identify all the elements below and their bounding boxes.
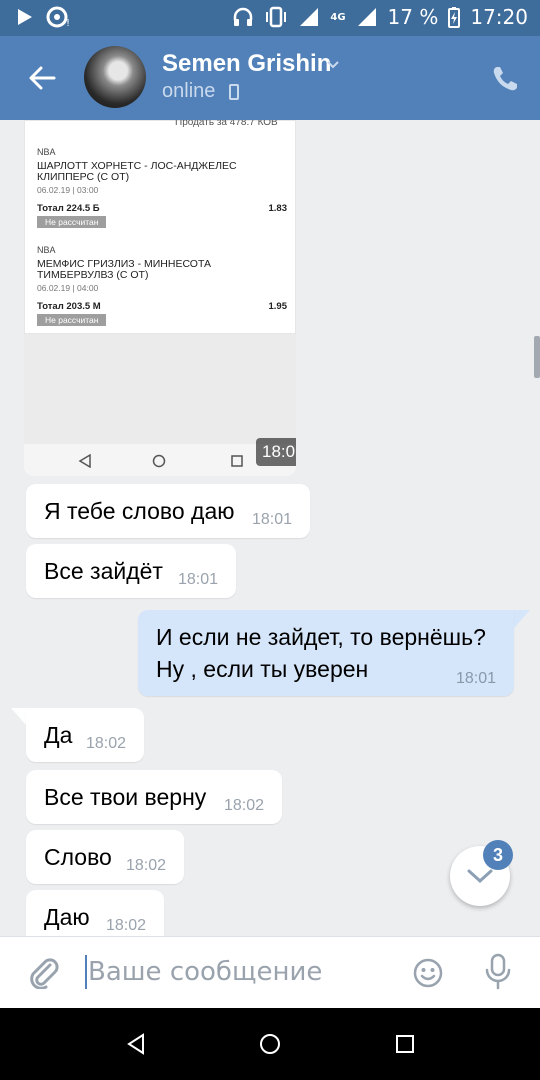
bet-status-badge: Не рассчитан (37, 314, 107, 326)
battery-percent: 17 % (387, 5, 439, 29)
play-icon (18, 9, 32, 25)
emoji-icon[interactable] (412, 957, 444, 989)
bet-match: ШАРЛОТТ ХОРНЕТС - ЛОС-АНДЖЕЛЕС КЛИППЕРС … (37, 160, 237, 183)
message-time: 18:02 (224, 797, 265, 814)
mobile-icon (229, 84, 239, 100)
outgoing-message[interactable]: И если не зайдет, то вернёшь? Ну , если … (138, 610, 514, 696)
photo-content: Продать за 478.7 КОВ NBA ШАРЛОТТ ХОРНЕТС… (24, 120, 296, 334)
photo-blank-area (24, 334, 296, 444)
message-time: 18:02 (106, 917, 147, 934)
bet-match: МЕМФИС ГРИЗЛИЗ - МИННЕСОТА ТИМБЕРВУЛВЗ (… (37, 258, 212, 281)
bubble-tail (514, 610, 530, 628)
bet-league: NBA (37, 245, 56, 255)
message-text: Слово (44, 844, 112, 870)
composer-bar: Ваше сообщение (0, 936, 540, 1009)
message-text: Все зайдёт (44, 558, 163, 584)
clock: 17:20 (470, 5, 528, 29)
bet-date: 06.02.19 | 03:00 (37, 185, 99, 195)
back-arrow-icon[interactable] (26, 62, 58, 94)
battery-charging-icon (448, 7, 461, 28)
message-time: 18:02 (86, 735, 127, 752)
headphones-icon (234, 7, 253, 26)
message-text-line: И если не зайдет, то вернёшь? (156, 624, 486, 650)
message-time: 18:01 (178, 571, 219, 588)
svg-text:!: ! (66, 18, 70, 28)
unread-badge: 3 (483, 840, 513, 870)
message-time: 18:01 (256, 438, 296, 466)
home-circle-icon[interactable] (258, 1032, 282, 1056)
bet-date: 06.02.19 | 04:00 (37, 283, 99, 293)
bet-league: NBA (37, 147, 56, 157)
status-bar: ! 4G 17 % 17:20 (0, 0, 540, 36)
photo-message[interactable]: Продать за 478.7 КОВ NBA ШАРЛОТТ ХОРНЕТС… (24, 120, 296, 476)
circle-home-icon (152, 454, 166, 468)
incoming-message[interactable]: Слово 18:02 (26, 830, 184, 884)
chevron-down-icon[interactable] (326, 58, 340, 72)
triangle-back-icon (78, 454, 91, 468)
message-input[interactable]: Ваше сообщение (88, 957, 322, 987)
bet-item: NBA ШАРЛОТТ ХОРНЕТС - ЛОС-АНДЖЕЛЕС КЛИПП… (37, 147, 287, 228)
phone-icon[interactable] (490, 64, 520, 94)
scrollbar-thumb[interactable] (534, 336, 540, 378)
contact-status: online (162, 80, 216, 102)
incoming-message[interactable]: Все зайдёт 18:01 (26, 544, 236, 598)
incoming-message[interactable]: Да 18:02 (26, 708, 144, 762)
message-time: 18:01 (456, 670, 497, 687)
face-notification-icon: ! (46, 6, 70, 28)
chevron-down-icon (467, 869, 493, 884)
sell-text: Продать за 478.7 КОВ (175, 120, 278, 128)
bet-item: NBA МЕМФИС ГРИЗЛИЗ - МИННЕСОТА ТИМБЕРВУЛ… (37, 245, 287, 326)
message-time: 18:01 (252, 511, 293, 528)
signal-icon (357, 8, 376, 26)
contact-name[interactable]: Semen Grishin (162, 50, 331, 78)
incoming-message[interactable]: Даю 18:02 (26, 890, 164, 936)
message-text: Даю (44, 904, 90, 930)
network-type: 4G (330, 11, 346, 23)
incoming-message[interactable]: Все твои верну 18:02 (26, 770, 282, 824)
chat-header: Semen Grishin online (0, 36, 540, 120)
bet-odds: 1.95 (268, 301, 288, 312)
recents-square-icon[interactable] (393, 1032, 417, 1056)
microphone-icon[interactable] (484, 953, 512, 991)
back-triangle-icon[interactable] (124, 1032, 148, 1056)
system-navigation-bar (0, 1008, 540, 1080)
message-text-line: Ну , если ты уверен (156, 656, 369, 682)
avatar[interactable] (84, 46, 146, 108)
message-list[interactable]: Продать за 478.7 КОВ NBA ШАРЛОТТ ХОРНЕТС… (0, 120, 540, 936)
signal-icon (300, 8, 319, 26)
message-text: Да (44, 722, 73, 748)
bet-market: Тотал 224.5 Б (37, 203, 100, 214)
square-recents-icon (231, 455, 243, 467)
vibrate-icon (266, 6, 287, 28)
bubble-tail (11, 708, 27, 726)
bet-market: Тотал 203.5 М (37, 301, 101, 312)
message-time: 18:02 (126, 857, 167, 874)
bet-status-badge: Не рассчитан (37, 216, 107, 228)
message-text: Все твои верну (44, 784, 207, 810)
text-cursor (85, 955, 87, 989)
attach-icon[interactable] (26, 955, 60, 989)
incoming-message[interactable]: Я тебе слово даю 18:01 (26, 484, 310, 538)
message-text: Я тебе слово даю (44, 498, 235, 524)
bet-odds: 1.83 (268, 203, 288, 214)
